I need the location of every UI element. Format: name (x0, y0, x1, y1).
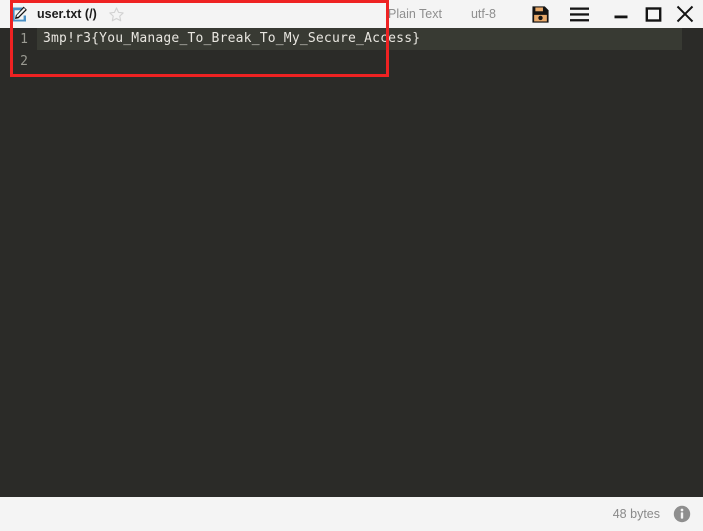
line-number: 2 (20, 53, 28, 69)
editor-line-2[interactable]: 2 (0, 50, 703, 72)
title-bar-right-group: Plain Text utf-8 (388, 4, 703, 24)
minimize-icon[interactable] (611, 4, 631, 24)
close-icon[interactable] (675, 4, 695, 24)
editor-line-1[interactable]: 1 3mp!r3{You_Manage_To_Break_To_My_Secur… (0, 28, 703, 50)
maximize-icon[interactable] (643, 4, 663, 24)
save-floppy-icon[interactable] (530, 4, 550, 24)
star-outline-icon[interactable] (108, 6, 125, 23)
info-circle-icon[interactable] (673, 505, 691, 523)
text-editor-window: user.txt (/) Plain Text utf-8 1 3mp!r3{Y… (0, 0, 703, 531)
hamburger-menu-icon[interactable] (569, 4, 589, 24)
syntax-mode-label[interactable]: Plain Text (388, 7, 442, 21)
file-name-label: user.txt (/) (37, 7, 97, 21)
status-bar: 48 bytes (0, 497, 703, 531)
code-editor-area[interactable]: 1 3mp!r3{You_Manage_To_Break_To_My_Secur… (0, 28, 703, 497)
line-text[interactable] (37, 50, 703, 72)
title-bar: user.txt (/) Plain Text utf-8 (0, 0, 703, 28)
title-bar-left-group: user.txt (/) (0, 6, 125, 23)
edit-pencil-icon[interactable] (11, 6, 28, 23)
line-text[interactable]: 3mp!r3{You_Manage_To_Break_To_My_Secure_… (37, 28, 682, 50)
file-size-label: 48 bytes (612, 507, 660, 521)
line-number: 1 (20, 31, 28, 47)
encoding-label[interactable]: utf-8 (471, 7, 496, 21)
